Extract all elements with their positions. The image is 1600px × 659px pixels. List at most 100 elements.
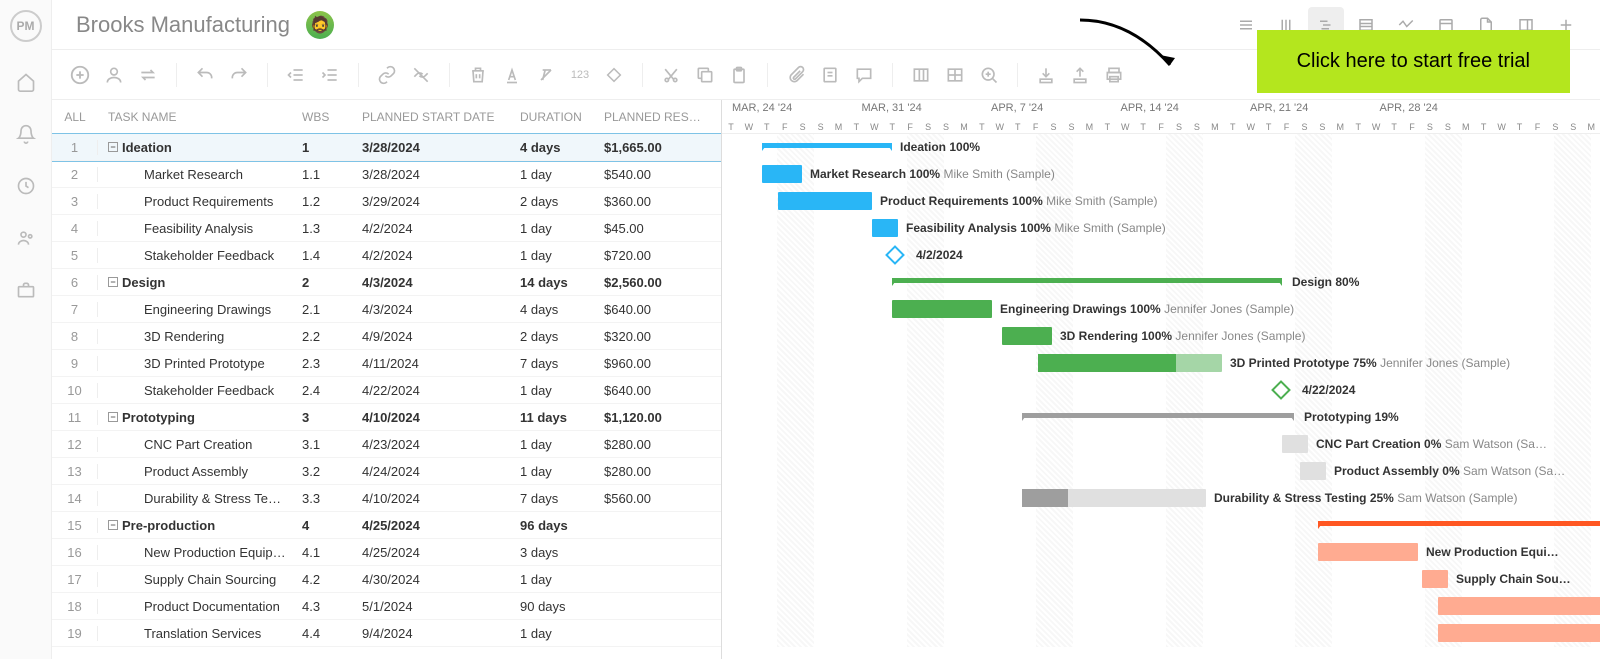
- start-cell: 4/24/2024: [362, 464, 520, 479]
- task-name: 3D Rendering: [144, 329, 224, 344]
- cta-free-trial-button[interactable]: Click here to start free trial: [1257, 30, 1570, 93]
- gantt-body[interactable]: Ideation 100%Market Research 100% Mike S…: [722, 134, 1600, 647]
- col-wbs[interactable]: WBS: [302, 110, 362, 124]
- task-name: Translation Services: [144, 626, 261, 641]
- gantt-summary-bar[interactable]: [762, 143, 892, 148]
- gantt-bar-label: Product Requirements 100% Mike Smith (Sa…: [880, 194, 1157, 208]
- bell-icon[interactable]: [14, 122, 38, 146]
- gantt-task-bar[interactable]: [892, 300, 992, 318]
- wbs-cell: 2.4: [302, 383, 362, 398]
- text-color-icon[interactable]: [500, 63, 524, 87]
- copy-icon[interactable]: [693, 63, 717, 87]
- grid-row[interactable]: 93D Printed Prototype2.34/11/20247 days$…: [52, 350, 721, 377]
- resource-cell: $360.00: [604, 194, 714, 209]
- grid-row[interactable]: 11−Prototyping34/10/202411 days$1,120.00: [52, 404, 721, 431]
- grid-row[interactable]: 17Supply Chain Sourcing4.24/30/20241 day: [52, 566, 721, 593]
- gantt-task-bar[interactable]: [1038, 354, 1222, 372]
- outdent-icon[interactable]: [284, 63, 308, 87]
- gantt-bar-label: Market Research 100% Mike Smith (Sample): [810, 167, 1055, 181]
- number-icon[interactable]: 123: [568, 63, 592, 87]
- gantt-task-bar[interactable]: [872, 219, 898, 237]
- gantt-bar-label: CNC Part Creation 0% Sam Watson (Sa…: [1316, 437, 1547, 451]
- grid-row[interactable]: 15−Pre-production44/25/202496 days: [52, 512, 721, 539]
- grid-row[interactable]: 4Feasibility Analysis1.34/2/20241 day$45…: [52, 215, 721, 242]
- gantt-task-bar[interactable]: [1002, 327, 1052, 345]
- grid-row[interactable]: 2Market Research1.13/28/20241 day$540.00: [52, 161, 721, 188]
- gantt-task-bar[interactable]: [1438, 624, 1600, 642]
- task-name: 3D Printed Prototype: [144, 356, 265, 371]
- undo-icon[interactable]: [193, 63, 217, 87]
- col-all[interactable]: ALL: [52, 110, 98, 124]
- grid-row[interactable]: 12CNC Part Creation3.14/23/20241 day$280…: [52, 431, 721, 458]
- indent-icon[interactable]: [318, 63, 342, 87]
- grid-row[interactable]: 7Engineering Drawings2.14/3/20244 days$6…: [52, 296, 721, 323]
- grid-row[interactable]: 16New Production Equip…4.14/25/20243 day…: [52, 539, 721, 566]
- zoom-icon[interactable]: [977, 63, 1001, 87]
- row-index: 7: [52, 302, 98, 317]
- collapse-toggle-icon[interactable]: −: [108, 142, 118, 152]
- grid-row[interactable]: 83D Rendering2.24/9/20242 days$320.00: [52, 323, 721, 350]
- duration-cell: 7 days: [520, 356, 604, 371]
- collapse-toggle-icon[interactable]: −: [108, 412, 118, 422]
- collapse-toggle-icon[interactable]: −: [108, 520, 118, 530]
- gantt-task-bar[interactable]: [778, 192, 872, 210]
- grid-row[interactable]: 3Product Requirements1.23/29/20242 days$…: [52, 188, 721, 215]
- attach-icon[interactable]: [784, 63, 808, 87]
- col-start[interactable]: PLANNED START DATE: [362, 110, 520, 124]
- logo-pm[interactable]: PM: [10, 10, 42, 42]
- gantt-task-bar[interactable]: [1022, 489, 1206, 507]
- col-duration[interactable]: DURATION: [520, 110, 604, 124]
- grid-row[interactable]: 1−Ideation13/28/20244 days$1,665.00: [52, 134, 721, 161]
- gantt-bar-label: Product Assembly 0% Sam Watson (Sa…: [1334, 464, 1565, 478]
- grid-row[interactable]: 19Translation Services4.49/4/20241 day: [52, 620, 721, 647]
- swap-icon[interactable]: [136, 63, 160, 87]
- cut-icon[interactable]: [659, 63, 683, 87]
- gantt-milestone[interactable]: [1271, 380, 1291, 400]
- grid-icon[interactable]: [943, 63, 967, 87]
- delete-icon[interactable]: [466, 63, 490, 87]
- unlink-icon[interactable]: [409, 63, 433, 87]
- import-icon[interactable]: [1034, 63, 1058, 87]
- home-icon[interactable]: [14, 70, 38, 94]
- grid-row[interactable]: 10Stakeholder Feedback2.44/22/20241 day$…: [52, 377, 721, 404]
- grid-row[interactable]: 14Durability & Stress Te…3.34/10/20247 d…: [52, 485, 721, 512]
- gantt-milestone[interactable]: [885, 245, 905, 265]
- gantt-bar-label: New Production Equi…: [1426, 545, 1559, 559]
- gantt-task-bar[interactable]: [1318, 543, 1418, 561]
- assign-icon[interactable]: [102, 63, 126, 87]
- task-name: Stakeholder Feedback: [144, 383, 274, 398]
- clock-icon[interactable]: [14, 174, 38, 198]
- row-index: 13: [52, 464, 98, 479]
- team-icon[interactable]: [14, 226, 38, 250]
- notes-icon[interactable]: [818, 63, 842, 87]
- grid-row[interactable]: 13Product Assembly3.24/24/20241 day$280.…: [52, 458, 721, 485]
- gantt-chart[interactable]: MAR, 24 '24MAR, 31 '24APR, 7 '24APR, 14 …: [722, 100, 1600, 659]
- collapse-toggle-icon[interactable]: −: [108, 277, 118, 287]
- columns-icon[interactable]: [909, 63, 933, 87]
- grid-row[interactable]: 5Stakeholder Feedback1.44/2/20241 day$72…: [52, 242, 721, 269]
- grid-row[interactable]: 18Product Documentation4.35/1/202490 day…: [52, 593, 721, 620]
- gantt-task-bar[interactable]: [1438, 597, 1600, 615]
- paste-icon[interactable]: [727, 63, 751, 87]
- gantt-task-bar[interactable]: [1422, 570, 1448, 588]
- comment-icon[interactable]: [852, 63, 876, 87]
- resource-cell: $720.00: [604, 248, 714, 263]
- gantt-task-bar[interactable]: [1300, 462, 1326, 480]
- add-task-icon[interactable]: [68, 63, 92, 87]
- gantt-summary-bar[interactable]: [1318, 521, 1600, 526]
- col-task[interactable]: TASK NAME: [102, 110, 302, 124]
- avatar[interactable]: 🧔: [306, 11, 334, 39]
- gantt-summary-bar[interactable]: [1022, 413, 1294, 418]
- redo-icon[interactable]: [227, 63, 251, 87]
- grid-body: 1−Ideation13/28/20244 days$1,665.002Mark…: [52, 134, 721, 647]
- clear-format-icon[interactable]: [534, 63, 558, 87]
- briefcase-icon[interactable]: [14, 278, 38, 302]
- link-icon[interactable]: [375, 63, 399, 87]
- gantt-task-bar[interactable]: [1282, 435, 1308, 453]
- gantt-summary-bar[interactable]: [892, 278, 1282, 283]
- gantt-task-bar[interactable]: [762, 165, 802, 183]
- col-resource[interactable]: PLANNED RES…: [604, 110, 714, 124]
- grid-row[interactable]: 6−Design24/3/202414 days$2,560.00: [52, 269, 721, 296]
- start-cell: 3/28/2024: [362, 140, 520, 155]
- shape-icon[interactable]: [602, 63, 626, 87]
